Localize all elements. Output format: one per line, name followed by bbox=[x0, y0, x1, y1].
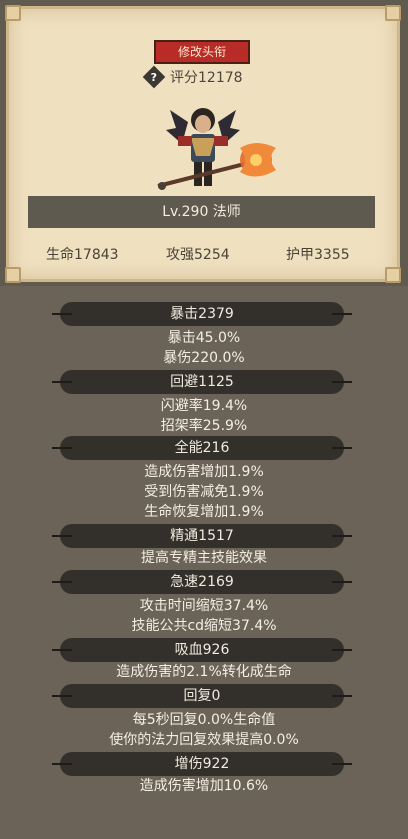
attribute-detail: 造成伤害的2.1%转化成生命 bbox=[116, 664, 292, 680]
score-row: ? 评分12178 bbox=[142, 65, 243, 89]
help-icon[interactable]: ? bbox=[142, 65, 166, 89]
attribute-detail: 暴伤220.0% bbox=[163, 350, 245, 366]
profile-panel: 修改头衔 ? 评分12178 Lv.290 法师 生命17843 攻强5254 … bbox=[0, 0, 408, 286]
corner-ornament bbox=[385, 5, 401, 21]
character-avatar bbox=[157, 108, 276, 190]
base-stats-row: 生命17843 攻强5254 护甲3355 bbox=[0, 244, 408, 266]
level-class-bar: Lv.290 法师 bbox=[28, 196, 375, 228]
attribute-header: 增伤922 bbox=[52, 752, 352, 776]
corner-ornament bbox=[5, 5, 21, 21]
attribute-header: 吸血926 bbox=[52, 638, 352, 662]
attribute-detail: 暴击45.0% bbox=[167, 330, 241, 346]
corner-ornament bbox=[5, 267, 21, 283]
corner-ornament bbox=[385, 267, 401, 283]
score-label: 评分12178 bbox=[170, 70, 243, 86]
attribute-header: 回复0 bbox=[52, 684, 352, 708]
attribute-detail: 攻击时间缩短37.4% bbox=[139, 598, 269, 614]
attribute-detail: 受到伤害减免1.9% bbox=[144, 484, 264, 500]
attribute-header: 全能216 bbox=[52, 436, 352, 460]
attack-stat: 攻强5254 bbox=[166, 247, 230, 263]
attribute-detail: 招架率25.9% bbox=[160, 418, 248, 434]
attribute-header: 回避1125 bbox=[52, 370, 352, 394]
attribute-detail: 提高专精主技能效果 bbox=[141, 550, 267, 566]
attribute-detail: 技能公共cd缩短37.4% bbox=[131, 618, 277, 634]
attribute-detail: 生命恢复增加1.9% bbox=[144, 504, 264, 520]
edit-title-button[interactable]: 修改头衔 bbox=[154, 40, 250, 64]
attribute-detail: 使你的法力回复效果提高0.0% bbox=[109, 732, 299, 748]
attribute-detail: 造成伤害增加1.9% bbox=[144, 464, 264, 480]
attribute-detail: 闪避率19.4% bbox=[160, 398, 248, 414]
armor-stat: 护甲3355 bbox=[286, 247, 350, 263]
attribute-detail: 造成伤害增加10.6% bbox=[139, 778, 269, 794]
attribute-detail: 每5秒回复0.0%生命值 bbox=[132, 712, 276, 728]
attribute-header: 急速2169 bbox=[52, 570, 352, 594]
attribute-header: 精通1517 bbox=[52, 524, 352, 548]
attribute-header: 暴击2379 bbox=[52, 302, 352, 326]
hp-stat: 生命17843 bbox=[46, 247, 119, 263]
